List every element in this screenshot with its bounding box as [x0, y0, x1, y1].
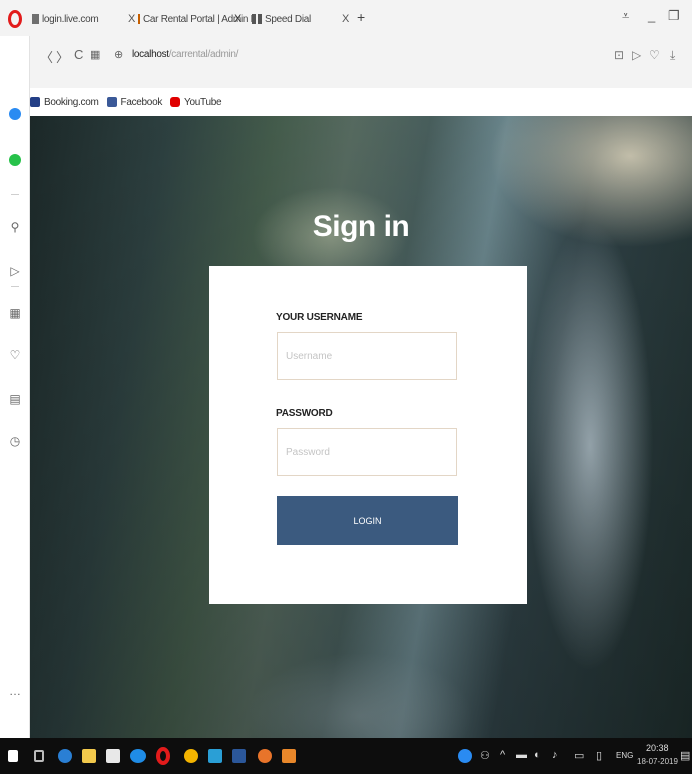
- notifications-icon[interactable]: ▤: [680, 749, 690, 762]
- opera-menu-icon[interactable]: [8, 10, 22, 28]
- vscode-icon[interactable]: [208, 749, 222, 763]
- bookmark-booking[interactable]: Booking.com: [30, 97, 99, 108]
- battery-icon[interactable]: ▯: [596, 749, 602, 762]
- bookmark-youtube[interactable]: YouTube: [170, 96, 222, 108]
- reload-icon[interactable]: C: [74, 47, 83, 62]
- globe-icon: ⊕: [114, 49, 124, 61]
- xampp-icon[interactable]: [258, 749, 272, 763]
- forward-icon[interactable]: 〉: [56, 47, 69, 66]
- tab-bar: login.live.com X Car Rental Portal | Adm…: [0, 0, 692, 36]
- app-icon[interactable]: [130, 749, 146, 763]
- volume-icon[interactable]: ◐: [534, 749, 541, 761]
- opera-icon[interactable]: [156, 747, 170, 765]
- restore-icon[interactable]: ❐: [668, 8, 680, 24]
- tab-label: Speed Dial: [265, 13, 311, 25]
- bookmark-facebook[interactable]: Facebook: [106, 96, 163, 108]
- windows-taskbar: ⚇ ^ ▬ ◐ ♪ ▭ ▯ ENG 20:38 18-07-2019 ▤: [0, 738, 692, 774]
- url-field[interactable]: localhost/carrental/admin/: [132, 49, 238, 60]
- task-view-icon[interactable]: [34, 750, 44, 762]
- browser-sidebar: ⚲ ▷ ▦ ♡ ▤ ◷ …: [0, 36, 30, 738]
- speed-dial-icon: [252, 14, 262, 24]
- page-icon: [32, 14, 39, 24]
- login-button[interactable]: LOGIN: [277, 496, 458, 545]
- snapshot-icon[interactable]: ⊡: [614, 48, 624, 62]
- edge-icon[interactable]: [58, 749, 72, 763]
- site-favicon-icon: [138, 14, 140, 24]
- store-icon[interactable]: [106, 749, 120, 763]
- url-host: localhost: [132, 49, 169, 60]
- tab-speed-dial[interactable]: Speed Dial X: [252, 8, 352, 30]
- network-icon[interactable]: ▬: [516, 749, 527, 761]
- clock-date[interactable]: 18-07-2019: [637, 757, 678, 766]
- bookmarks-bar: Booking.com Facebook YouTube: [30, 88, 222, 116]
- username-field[interactable]: [277, 332, 457, 380]
- whatsapp-icon[interactable]: [0, 154, 30, 169]
- username-label: YOUR USERNAME: [276, 312, 363, 323]
- booking-icon: [30, 97, 40, 107]
- history-icon[interactable]: ◷: [0, 434, 30, 448]
- tab-label: login.live.com: [42, 13, 99, 25]
- tab-login-live[interactable]: login.live.com X: [32, 8, 140, 30]
- word-icon[interactable]: [232, 749, 246, 763]
- tab-car-rental-portal[interactable]: Car Rental Portal | Admin L X: [138, 8, 256, 30]
- youtube-icon: [170, 97, 181, 107]
- start-icon[interactable]: [8, 750, 18, 762]
- url-path: /carrental/admin/: [168, 49, 239, 60]
- login-form: YOUR USERNAME PASSWORD LOGIN: [209, 266, 527, 604]
- download-icon[interactable]: ⤓: [670, 48, 675, 63]
- back-icon[interactable]: 〈: [40, 47, 53, 66]
- flow-icon[interactable]: ▷: [0, 264, 30, 278]
- password-field[interactable]: [277, 428, 457, 476]
- file-explorer-icon[interactable]: [82, 749, 96, 763]
- minimize-icon[interactable]: _: [648, 8, 655, 23]
- tray-app-icon[interactable]: [458, 749, 472, 763]
- app-orange-icon[interactable]: [282, 749, 296, 763]
- bookmark-label: YouTube: [184, 96, 222, 108]
- language-indicator[interactable]: ENG: [616, 751, 633, 760]
- sidebar-divider: [11, 286, 19, 287]
- tab-close-icon[interactable]: X: [234, 13, 241, 25]
- address-bar: 〈 〉 C ▦ ⊕ localhost/carrental/admin/ ⊡ ▷…: [0, 36, 692, 88]
- keyboard-icon[interactable]: ▭: [574, 749, 584, 762]
- sidebar-divider: [11, 194, 19, 195]
- play-icon[interactable]: ▷: [632, 48, 641, 62]
- facebook-icon: [106, 97, 117, 107]
- bookmarks-heart-icon[interactable]: ♡: [0, 348, 30, 362]
- tab-menu-icon[interactable]: ⩡: [622, 8, 629, 24]
- bookmark-label: Facebook: [120, 96, 163, 108]
- password-label: PASSWORD: [276, 408, 333, 419]
- news-icon[interactable]: ▤: [0, 392, 30, 406]
- page-background: Sign in YOUR USERNAME PASSWORD LOGIN: [30, 116, 692, 738]
- bookmark-label: Booking.com: [44, 96, 99, 108]
- speed-dial-grid-icon[interactable]: ▦: [90, 48, 100, 61]
- tab-close-icon[interactable]: X: [342, 13, 349, 25]
- messenger-icon[interactable]: [0, 108, 30, 123]
- show-hidden-icons[interactable]: ^: [500, 749, 505, 761]
- speed-dial-icon[interactable]: ▦: [0, 306, 30, 320]
- more-icon[interactable]: …: [0, 684, 30, 698]
- heart-icon[interactable]: ♡: [649, 48, 660, 62]
- pen-icon[interactable]: ♪: [552, 749, 558, 761]
- page-title: Sign in: [312, 210, 410, 243]
- chrome-icon[interactable]: [184, 749, 198, 763]
- search-icon[interactable]: ⚲: [0, 220, 30, 234]
- people-icon[interactable]: ⚇: [480, 749, 490, 762]
- clock-time[interactable]: 20:38: [646, 743, 669, 753]
- new-tab-button[interactable]: +: [357, 9, 365, 25]
- tab-close-icon[interactable]: X: [128, 13, 135, 25]
